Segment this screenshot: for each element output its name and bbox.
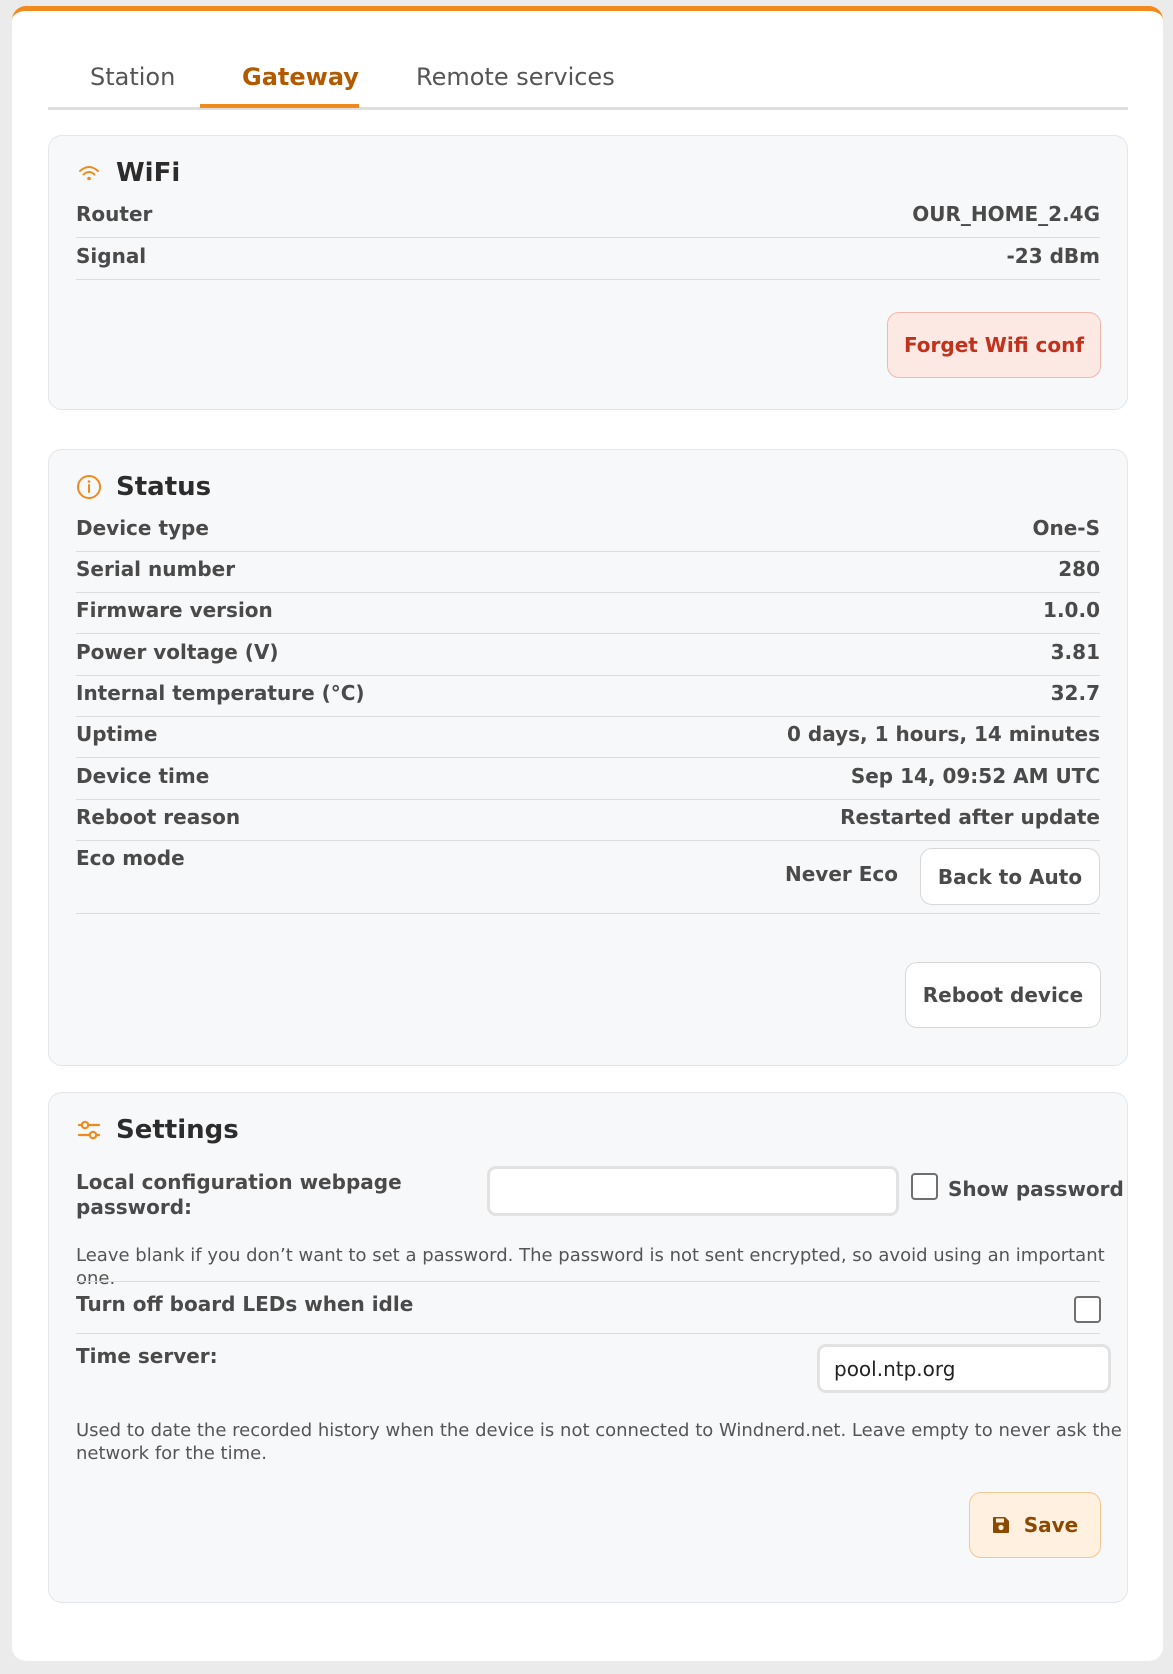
internal-temperature-label: Internal temperature (°C): [76, 681, 365, 705]
save-button-label: Save: [1023, 1513, 1079, 1537]
tab-station[interactable]: Station: [90, 63, 175, 91]
serial-number-value: 280: [1058, 557, 1100, 581]
firmware-version-label: Firmware version: [76, 598, 273, 622]
save-button[interactable]: Save: [969, 1492, 1101, 1558]
wifi-row-signal: Signal -23 dBm: [76, 238, 1100, 280]
serial-number-label: Serial number: [76, 557, 236, 581]
status-row: Firmware version 1.0.0: [76, 592, 1100, 634]
wifi-row-router: Router OUR_HOME_2.4G: [76, 196, 1100, 238]
password-input[interactable]: [487, 1166, 899, 1216]
back-to-auto-button[interactable]: Back to Auto: [920, 848, 1100, 905]
password-label-line1: Local configuration webpage: [76, 1170, 402, 1194]
password-label-line2: password:: [76, 1195, 193, 1219]
info-icon: [76, 474, 102, 500]
settings-header: Settings: [76, 1115, 239, 1145]
show-password-checkbox[interactable]: [911, 1173, 938, 1200]
time-server-label: Time server:: [76, 1344, 218, 1368]
device-type-value: One-S: [1032, 516, 1100, 540]
show-password-label: Show password: [948, 1177, 1124, 1201]
tab-remote-services[interactable]: Remote services: [416, 63, 615, 91]
router-value: OUR_HOME_2.4G: [912, 202, 1100, 226]
device-type-label: Device type: [76, 516, 209, 540]
uptime-label: Uptime: [76, 722, 158, 746]
status-row: Power voltage (V) 3.81: [76, 634, 1100, 676]
time-server-input[interactable]: [817, 1344, 1111, 1393]
signal-value: -23 dBm: [1006, 244, 1101, 268]
password-help-text: Leave blank if you don’t want to set a p…: [76, 1245, 1105, 1289]
eco-mode-label: Eco mode: [76, 846, 185, 870]
firmware-version-value: 1.0.0: [1043, 598, 1100, 622]
power-voltage-value: 3.81: [1050, 640, 1100, 664]
eco-mode-row: Eco mode Never Eco Back to Auto: [76, 840, 1100, 914]
tab-gateway[interactable]: Gateway: [242, 63, 359, 91]
sliders-icon: [76, 1117, 102, 1143]
device-time-value: Sep 14, 09:52 AM UTC: [850, 764, 1100, 788]
divider: [76, 1333, 1100, 1334]
status-section: Status Device type One-S Serial number 2…: [48, 449, 1128, 1066]
signal-label: Signal: [76, 244, 147, 268]
reboot-reason-label: Reboot reason: [76, 805, 241, 829]
active-tab-indicator: [200, 104, 359, 108]
uptime-value: 0 days, 1 hours, 14 minutes: [787, 722, 1100, 746]
time-server-help-line1: Used to date the recorded history when t…: [76, 1420, 1122, 1441]
reboot-reason-value: Restarted after update: [840, 805, 1100, 829]
password-label: Local configuration webpage password:: [76, 1170, 402, 1220]
wifi-header: WiFi: [76, 158, 180, 188]
floppy-disk-icon: [992, 1516, 1010, 1534]
device-time-label: Device time: [76, 764, 210, 788]
status-title: Status: [116, 472, 212, 502]
status-row: Reboot reason Restarted after update: [76, 799, 1100, 841]
wifi-section: WiFi Router OUR_HOME_2.4G Signal -23 dBm…: [48, 135, 1128, 410]
router-label: Router: [76, 202, 153, 226]
status-row: Internal temperature (°C) 32.7: [76, 675, 1100, 717]
settings-section: Settings Local configuration webpage pas…: [48, 1092, 1128, 1603]
settings-title: Settings: [116, 1115, 239, 1145]
wifi-icon: [76, 160, 102, 186]
eco-mode-value: Never Eco: [785, 862, 898, 886]
leds-label: Turn off board LEDs when idle: [76, 1292, 414, 1316]
status-row: Uptime 0 days, 1 hours, 14 minutes: [76, 716, 1100, 758]
gateway-settings-card: Station Gateway Remote services WiFi Rou…: [12, 6, 1163, 1661]
divider: [76, 1281, 1100, 1282]
status-row: Device time Sep 14, 09:52 AM UTC: [76, 758, 1100, 800]
power-voltage-label: Power voltage (V): [76, 640, 279, 664]
forget-wifi-button[interactable]: Forget Wifi conf: [887, 312, 1101, 378]
status-row: Device type One-S: [76, 510, 1100, 552]
time-server-help-line2: network for the time.: [76, 1443, 267, 1464]
status-row: Serial number 280: [76, 551, 1100, 593]
tab-bar: Station Gateway Remote services: [48, 11, 1128, 110]
leds-checkbox[interactable]: [1074, 1296, 1101, 1323]
status-header: Status: [76, 472, 211, 502]
wifi-title: WiFi: [116, 158, 181, 188]
time-server-help-text: Used to date the recorded history when t…: [76, 1419, 1122, 1465]
internal-temperature-value: 32.7: [1050, 681, 1100, 705]
reboot-device-button[interactable]: Reboot device: [905, 962, 1101, 1028]
